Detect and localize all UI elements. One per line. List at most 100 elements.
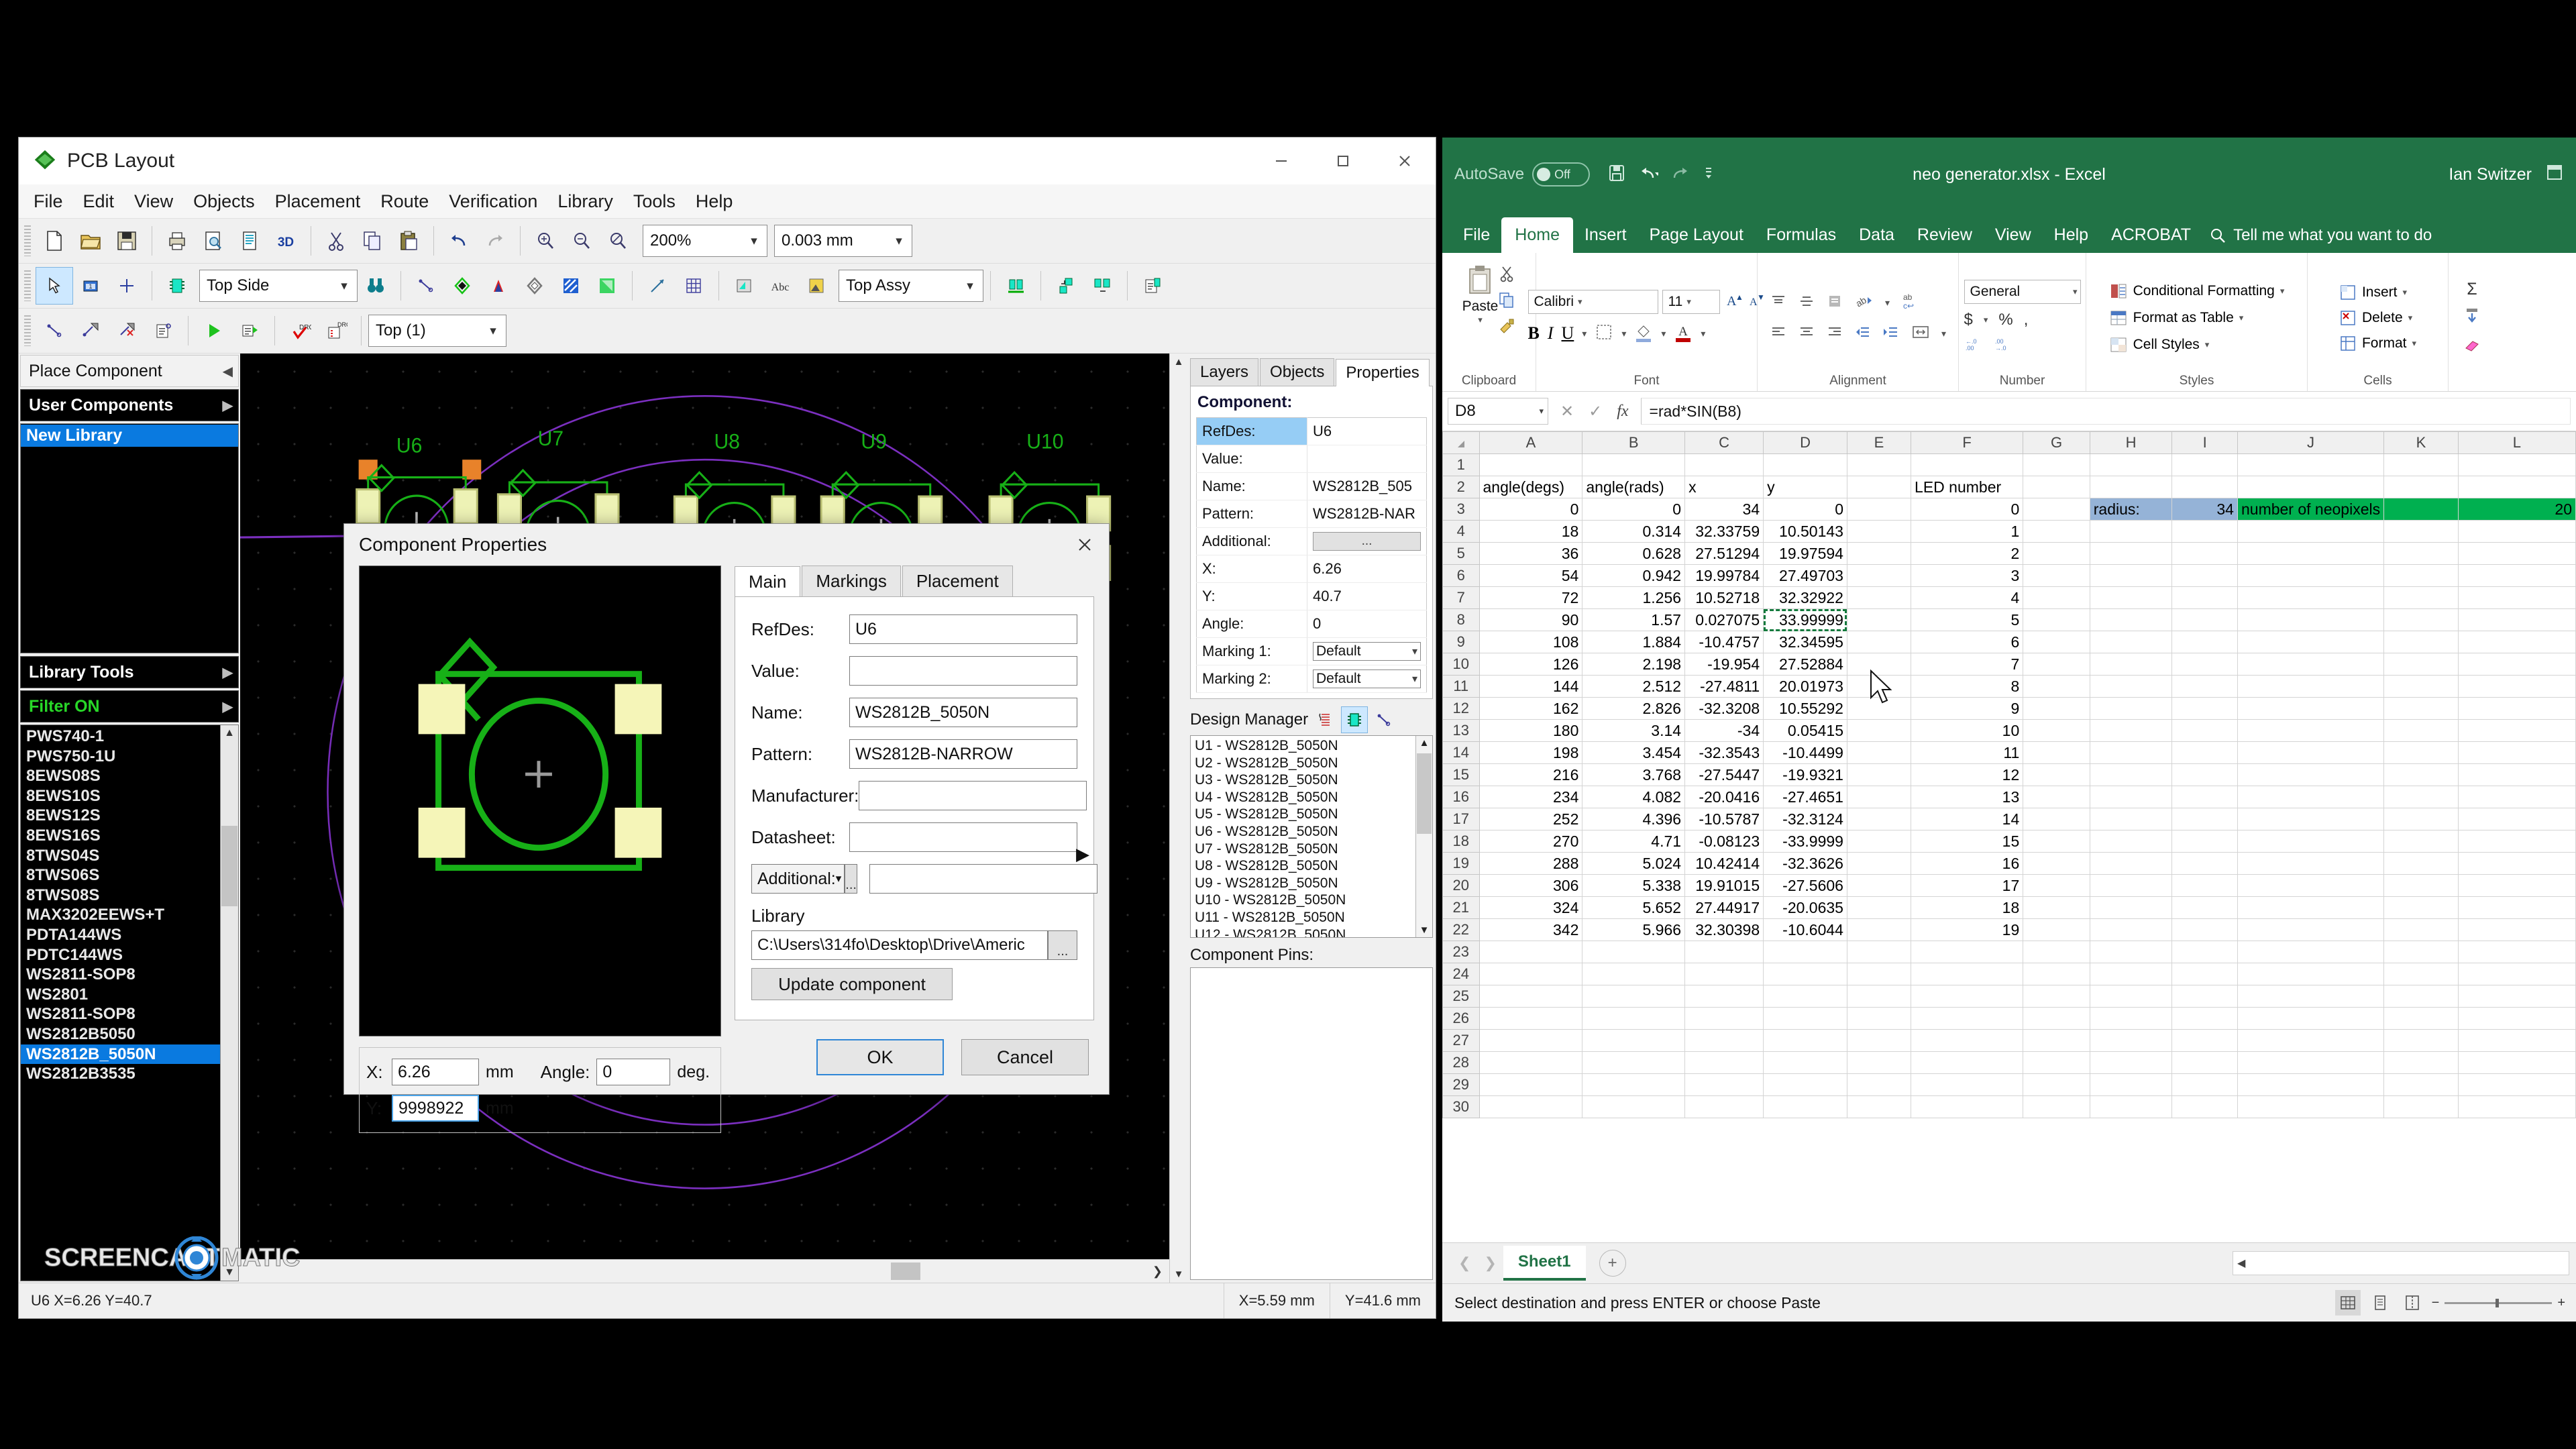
tab-insert[interactable]: Insert bbox=[1573, 217, 1638, 253]
column-header-D[interactable]: D bbox=[1763, 431, 1847, 454]
cell-I11[interactable] bbox=[2171, 675, 2238, 698]
cell-D29[interactable] bbox=[1763, 1073, 1847, 1096]
print-preview-icon[interactable] bbox=[195, 223, 231, 259]
user-name[interactable]: Ian Switzer bbox=[2449, 165, 2532, 184]
cell-H25[interactable] bbox=[2089, 985, 2173, 1008]
field-input-datasheet[interactable] bbox=[849, 822, 1077, 852]
text-icon[interactable]: Abc bbox=[762, 268, 798, 304]
row-header-30[interactable]: 30 bbox=[1442, 1095, 1480, 1118]
cell-E12[interactable] bbox=[1846, 697, 1912, 720]
cell-F29[interactable] bbox=[1911, 1073, 2024, 1096]
orientation-icon[interactable]: ab bbox=[1854, 293, 1874, 313]
cell-H19[interactable] bbox=[2089, 852, 2173, 875]
dialog-tab-main[interactable]: Main bbox=[735, 566, 801, 597]
cell-B27[interactable] bbox=[1582, 1029, 1686, 1052]
cell-E27[interactable] bbox=[1846, 1029, 1912, 1052]
cell-H22[interactable] bbox=[2089, 918, 2173, 941]
scroll-down-icon[interactable]: ▼ bbox=[1170, 1269, 1187, 1280]
cell-C1[interactable] bbox=[1684, 453, 1764, 476]
underline-button[interactable]: U bbox=[1562, 323, 1574, 343]
cell-D4[interactable]: 10.50143 bbox=[1763, 520, 1847, 543]
menu-file[interactable]: File bbox=[34, 191, 63, 212]
cell-B19[interactable]: 5.024 bbox=[1582, 852, 1686, 875]
wrap-text-icon[interactable]: ab c↩ bbox=[1900, 291, 1921, 315]
bold-button[interactable]: B bbox=[1528, 323, 1540, 343]
tab-page-layout[interactable]: Page Layout bbox=[1638, 217, 1755, 253]
cell-D19[interactable]: -32.3626 bbox=[1763, 852, 1847, 875]
cell-H4[interactable] bbox=[2089, 520, 2173, 543]
cell-A12[interactable]: 162 bbox=[1479, 697, 1583, 720]
route-report-icon[interactable] bbox=[145, 313, 181, 349]
increase-font-size-icon[interactable]: A ▲ bbox=[1724, 290, 1743, 313]
swap-components-icon[interactable] bbox=[1048, 268, 1084, 304]
cell-L22[interactable] bbox=[2457, 918, 2576, 941]
cell-A14[interactable]: 198 bbox=[1479, 741, 1583, 764]
cell-H27[interactable] bbox=[2089, 1029, 2173, 1052]
cell-F20[interactable]: 17 bbox=[1911, 874, 2024, 897]
column-header-J[interactable]: J bbox=[2237, 431, 2385, 454]
cell-L10[interactable] bbox=[2457, 653, 2576, 676]
cell-H15[interactable] bbox=[2089, 763, 2173, 786]
cell-B2[interactable]: angle(rads) bbox=[1582, 476, 1686, 498]
row-header-2[interactable]: 2 bbox=[1442, 476, 1480, 498]
cell-K26[interactable] bbox=[2383, 1007, 2459, 1030]
cell-E15[interactable] bbox=[1846, 763, 1912, 786]
component-list-item[interactable]: WS2801 bbox=[21, 985, 220, 1005]
place-line-icon[interactable] bbox=[408, 268, 444, 304]
cell-L18[interactable] bbox=[2457, 830, 2576, 853]
cell-I1[interactable] bbox=[2171, 453, 2238, 476]
tab-help[interactable]: Help bbox=[2043, 217, 2100, 253]
menu-route[interactable]: Route bbox=[380, 191, 429, 212]
cell-F11[interactable]: 8 bbox=[1911, 675, 2024, 698]
autoroute-setup-icon[interactable] bbox=[231, 313, 268, 349]
cell-F6[interactable]: 3 bbox=[1911, 564, 2024, 587]
row-header-14[interactable]: 14 bbox=[1442, 741, 1480, 764]
components-view-icon[interactable] bbox=[1341, 706, 1368, 733]
row-header-26[interactable]: 26 bbox=[1442, 1007, 1480, 1030]
property-row[interactable]: RefDes: U6 bbox=[1196, 417, 1427, 445]
component-list-item[interactable]: 8EWS08S bbox=[21, 766, 220, 786]
open-file-icon[interactable] bbox=[72, 223, 109, 259]
design-manager-item[interactable]: U3 - WS2812B_5050N bbox=[1195, 771, 1415, 789]
font-color-icon[interactable]: A bbox=[1674, 322, 1693, 345]
cell-K18[interactable] bbox=[2383, 830, 2459, 853]
chevron-down-icon[interactable]: ▾ bbox=[1582, 328, 1587, 339]
cell-B17[interactable]: 4.396 bbox=[1582, 808, 1686, 830]
component-list-icon[interactable] bbox=[998, 268, 1034, 304]
scrollbar-thumb[interactable] bbox=[891, 1263, 920, 1280]
scroll-down-icon[interactable]: ▼ bbox=[1416, 924, 1432, 936]
cell-H16[interactable] bbox=[2089, 786, 2173, 808]
currency-format-icon[interactable]: $ bbox=[1964, 311, 1973, 329]
format-cells-button[interactable]: Format ▾ bbox=[2339, 335, 2416, 352]
cell-D15[interactable]: -19.9321 bbox=[1763, 763, 1847, 786]
cell-D25[interactable] bbox=[1763, 985, 1847, 1008]
property-value[interactable]: Default ▾ bbox=[1307, 665, 1427, 693]
drc-report-icon[interactable]: DRC bbox=[318, 313, 354, 349]
cell-D1[interactable] bbox=[1763, 453, 1847, 476]
undo-icon[interactable] bbox=[441, 223, 477, 259]
cell-A27[interactable] bbox=[1479, 1029, 1583, 1052]
column-header-C[interactable]: C bbox=[1684, 431, 1764, 454]
cell-styles-button[interactable]: Cell Styles ▾ bbox=[2109, 335, 2209, 354]
component-list-item[interactable]: 8TWS06S bbox=[21, 865, 220, 885]
autoroute-start-icon[interactable] bbox=[195, 313, 231, 349]
cell-H26[interactable] bbox=[2089, 1007, 2173, 1030]
cell-B8[interactable]: 1.57 bbox=[1582, 608, 1686, 631]
field-input-value[interactable] bbox=[849, 656, 1077, 686]
cell-B18[interactable]: 4.71 bbox=[1582, 830, 1686, 853]
panel-header-filter[interactable]: Filter ON ▶ bbox=[20, 690, 239, 722]
cell-J10[interactable] bbox=[2237, 653, 2385, 676]
unroute-icon[interactable] bbox=[109, 313, 145, 349]
formula-input[interactable]: =rad*SIN(B8) bbox=[1640, 398, 2571, 425]
component-list-item[interactable]: 8EWS16S bbox=[21, 826, 220, 846]
cell-D17[interactable]: -32.3124 bbox=[1763, 808, 1847, 830]
dialog-tab-placement[interactable]: Placement bbox=[902, 566, 1013, 596]
cancel-formula-icon[interactable]: ✕ bbox=[1560, 402, 1574, 421]
design-manager-item[interactable]: U4 - WS2812B_5050N bbox=[1195, 789, 1415, 806]
component-list-item[interactable]: 8TWS04S bbox=[21, 846, 220, 866]
cell-K14[interactable] bbox=[2383, 741, 2459, 764]
cell-A21[interactable]: 324 bbox=[1479, 896, 1583, 919]
cell-L26[interactable] bbox=[2457, 1007, 2576, 1030]
design-manager-item[interactable]: U1 - WS2812B_5050N bbox=[1195, 737, 1415, 755]
cell-C17[interactable]: -10.5787 bbox=[1684, 808, 1764, 830]
